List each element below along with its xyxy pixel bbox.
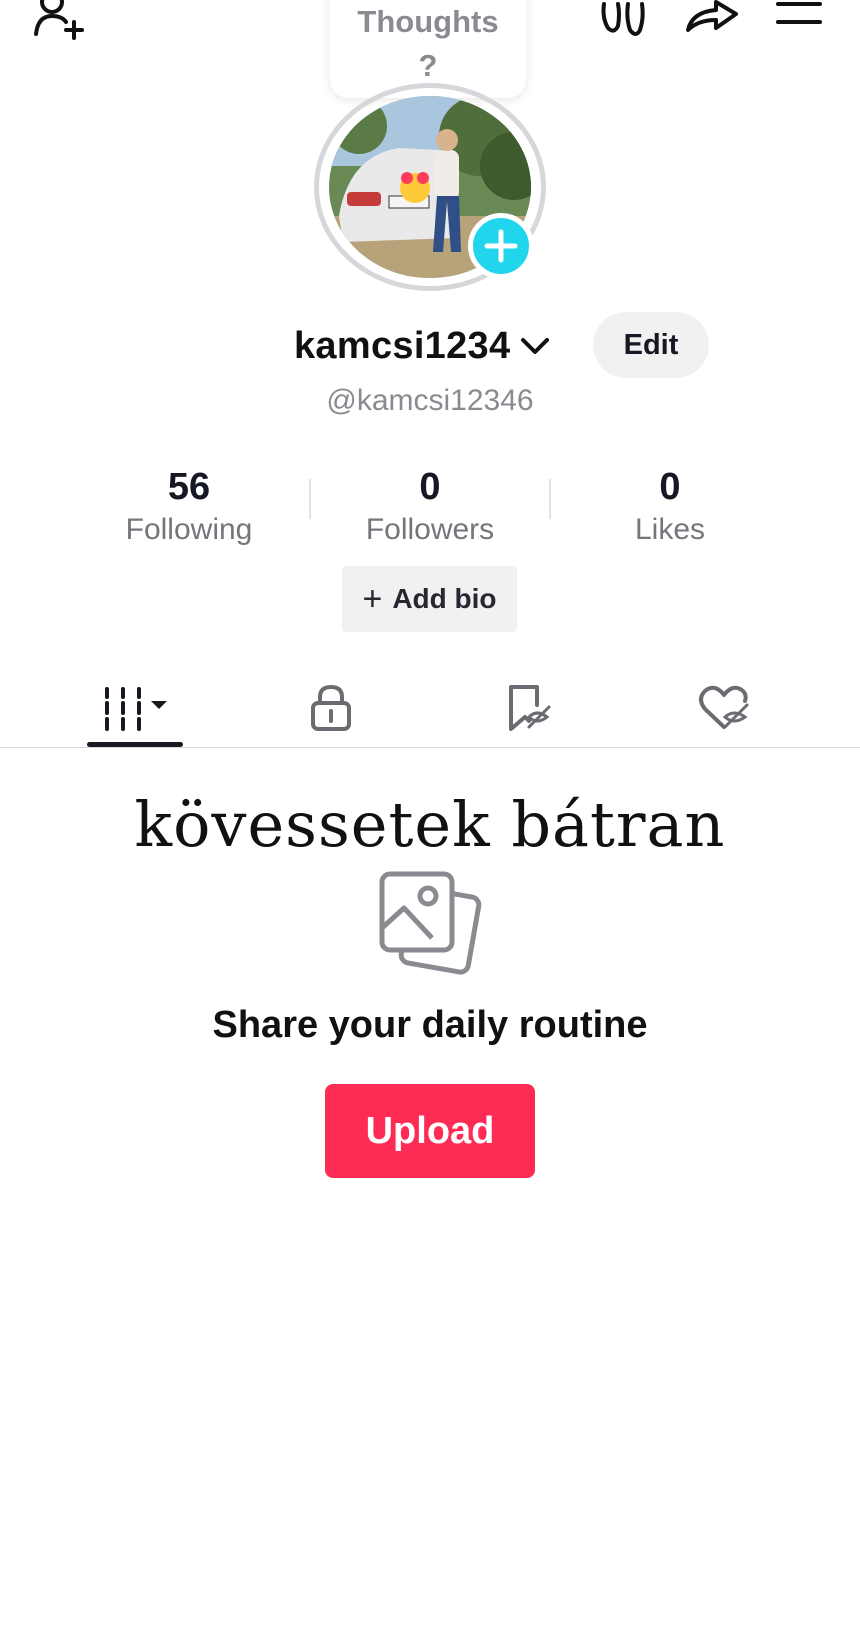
heart-hidden-icon — [697, 683, 751, 733]
stat-likes[interactable]: 0 Likes — [570, 464, 770, 550]
stat-divider — [309, 479, 311, 519]
add-bio-button[interactable]: + Add bio — [342, 566, 517, 632]
tab-reposts[interactable] — [468, 672, 588, 744]
add-friend-icon[interactable] — [30, 0, 94, 44]
chevron-down-icon — [520, 336, 550, 356]
followers-count: 0 — [419, 466, 441, 508]
tab-divider — [0, 747, 860, 748]
add-avatar-button[interactable] — [468, 213, 534, 279]
grid-icon — [101, 685, 171, 731]
footprints-icon[interactable] — [598, 0, 648, 40]
lock-icon — [308, 683, 354, 733]
following-label: Following — [125, 513, 253, 546]
stat-divider — [549, 479, 551, 519]
plus-icon: + — [362, 580, 383, 618]
add-bio-label: Add bio — [392, 583, 497, 614]
tab-private[interactable] — [271, 672, 391, 744]
edit-profile-button[interactable]: Edit — [593, 312, 709, 378]
photos-icon — [376, 868, 486, 976]
followers-label: Followers — [365, 513, 495, 546]
stat-followers[interactable]: 0 Followers — [330, 464, 530, 550]
thoughts-text: Thoughts — [357, 4, 499, 39]
empty-state-title: Share your daily routine — [212, 1004, 648, 1046]
likes-count: 0 — [659, 466, 681, 508]
username: kamcsi1234 — [294, 324, 511, 367]
tab-videos[interactable] — [76, 672, 196, 744]
following-count: 56 — [167, 466, 211, 508]
thoughts-question: ? — [418, 48, 438, 83]
stat-following[interactable]: 56 Following — [89, 464, 289, 550]
repost-hidden-icon — [503, 683, 553, 733]
share-icon[interactable] — [682, 0, 742, 40]
username-switcher[interactable]: kamcsi1234 — [294, 318, 550, 374]
user-handle: @kamcsi12346 — [326, 384, 534, 417]
menu-icon[interactable] — [774, 0, 824, 30]
tab-liked[interactable] — [664, 672, 784, 744]
upload-button[interactable]: Upload — [325, 1084, 535, 1178]
overlay-caption: kövessetek bátran — [134, 788, 726, 861]
likes-label: Likes — [634, 513, 706, 546]
